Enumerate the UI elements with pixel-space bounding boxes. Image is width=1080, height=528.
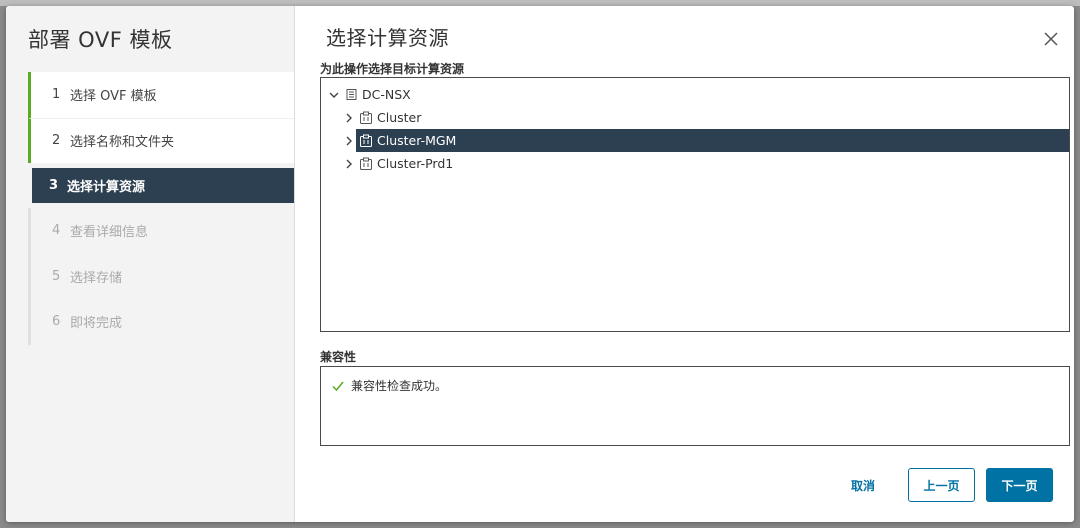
- step-number: 2: [52, 133, 61, 149]
- step-label: 选择计算资源: [67, 180, 146, 195]
- step-number: 3: [49, 178, 59, 193]
- step-compute-resource[interactable]: 3 选择计算资源: [32, 168, 294, 203]
- wizard-content: 选择计算资源 为此操作选择目标计算资源 DC-NSX Cluster Clust…: [295, 6, 1074, 522]
- step-number: 6: [52, 314, 61, 330]
- step-label: 即将完成: [70, 316, 123, 332]
- wizard-steps: 1 选择 OVF 模板 2 选择名称和文件夹 3 选择计算资源 4 查看详细信息…: [28, 72, 294, 345]
- tree-node-cluster-mgm[interactable]: Cluster-MGM: [356, 129, 1069, 152]
- compatibility-message: 兼容性检查成功。: [331, 377, 447, 394]
- wizard-nav: 部署 OVF 模板 1 选择 OVF 模板 2 选择名称和文件夹 3 选择计算资…: [6, 6, 295, 522]
- page-title: 选择计算资源: [326, 26, 449, 50]
- step-label: 选择 OVF 模板: [70, 89, 157, 105]
- chevron-down-icon[interactable]: [327, 88, 341, 102]
- step-label: 选择存储: [70, 270, 123, 286]
- step-review-details: 4 查看详细信息: [28, 208, 294, 254]
- step-number: 4: [52, 223, 61, 239]
- step-label: 查看详细信息: [70, 225, 149, 241]
- back-button[interactable]: 上一页: [908, 468, 975, 502]
- tree-node-label: Cluster-MGM: [377, 133, 457, 148]
- tree-node-cluster[interactable]: Cluster: [342, 106, 642, 129]
- tree-node-cluster-mgm-row: Cluster-MGM: [342, 129, 1069, 152]
- tree-node-label: DC-NSX: [362, 87, 411, 102]
- close-icon[interactable]: [1042, 30, 1060, 48]
- datacenter-icon: [344, 88, 358, 102]
- step-number: 5: [52, 268, 61, 284]
- step-select-ovf[interactable]: 1 选择 OVF 模板: [28, 72, 294, 118]
- next-button[interactable]: 下一页: [986, 468, 1053, 502]
- chevron-right-icon[interactable]: [342, 157, 356, 171]
- tree-node-label: Cluster-Prd1: [377, 156, 454, 171]
- chevron-right-icon[interactable]: [342, 111, 356, 125]
- deploy-ovf-dialog: 部署 OVF 模板 1 选择 OVF 模板 2 选择名称和文件夹 3 选择计算资…: [6, 6, 1074, 522]
- compatibility-label: 兼容性: [320, 350, 357, 364]
- tree-node-cluster-prd1[interactable]: Cluster-Prd1: [342, 152, 642, 175]
- tree-label: 为此操作选择目标计算资源: [320, 62, 465, 76]
- cluster-icon: [359, 134, 373, 148]
- step-select-storage: 5 选择存储: [28, 253, 294, 299]
- cancel-button[interactable]: 取消: [831, 468, 895, 502]
- chevron-right-icon[interactable]: [342, 134, 356, 148]
- wizard-title: 部署 OVF 模板: [28, 28, 173, 52]
- step-label: 选择名称和文件夹: [70, 135, 175, 151]
- compatibility-panel: 兼容性检查成功。: [320, 366, 1070, 446]
- tree-node-label: Cluster: [377, 110, 422, 125]
- step-number: 1: [52, 87, 61, 103]
- cluster-icon: [359, 157, 373, 171]
- step-name-folder[interactable]: 2 选择名称和文件夹: [28, 117, 294, 163]
- check-icon: [331, 379, 345, 393]
- compatibility-text: 兼容性检查成功。: [351, 379, 448, 393]
- tree-node-datacenter[interactable]: DC-NSX: [327, 83, 627, 106]
- compute-resource-tree: DC-NSX Cluster Cluster-MGM Cluster-Prd1: [320, 77, 1070, 332]
- cluster-icon: [359, 111, 373, 125]
- step-ready-complete: 6 即将完成: [28, 299, 294, 345]
